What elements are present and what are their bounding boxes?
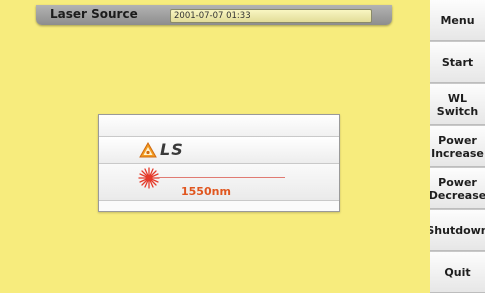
laser-source-panel: LS 1550nm — [98, 114, 340, 212]
laser-warning-icon — [139, 142, 157, 158]
laser-burst-icon — [138, 167, 160, 189]
power-increase-button[interactable]: Power Increase — [430, 126, 485, 167]
wavelength-value: 1550nm — [181, 185, 231, 198]
source-row: LS — [99, 137, 339, 164]
laser-beam-line — [157, 177, 285, 178]
datetime-text: 2001-07-07 01:33 — [174, 11, 251, 21]
menu-button[interactable]: Menu — [430, 0, 485, 41]
main-area: Laser Source 2001-07-07 01:33 LS 1550nm — [0, 0, 430, 293]
page-title: Laser Source — [50, 7, 138, 21]
power-decrease-button[interactable]: Power Decrease — [430, 168, 485, 209]
softkey-sidebar: Menu Start WL Switch Power Increase Powe… — [430, 0, 485, 293]
start-button[interactable]: Start — [430, 42, 485, 83]
wavelength-row: 1550nm — [99, 164, 339, 201]
shutdown-button[interactable]: Shutdown — [430, 210, 485, 251]
wl-switch-button[interactable]: WL Switch — [430, 84, 485, 125]
title-bar: Laser Source 2001-07-07 01:33 — [36, 5, 392, 25]
source-label: LS — [160, 140, 184, 159]
quit-button[interactable]: Quit — [430, 252, 485, 293]
datetime-field: 2001-07-07 01:33 — [170, 9, 372, 23]
panel-header-row — [99, 115, 339, 137]
